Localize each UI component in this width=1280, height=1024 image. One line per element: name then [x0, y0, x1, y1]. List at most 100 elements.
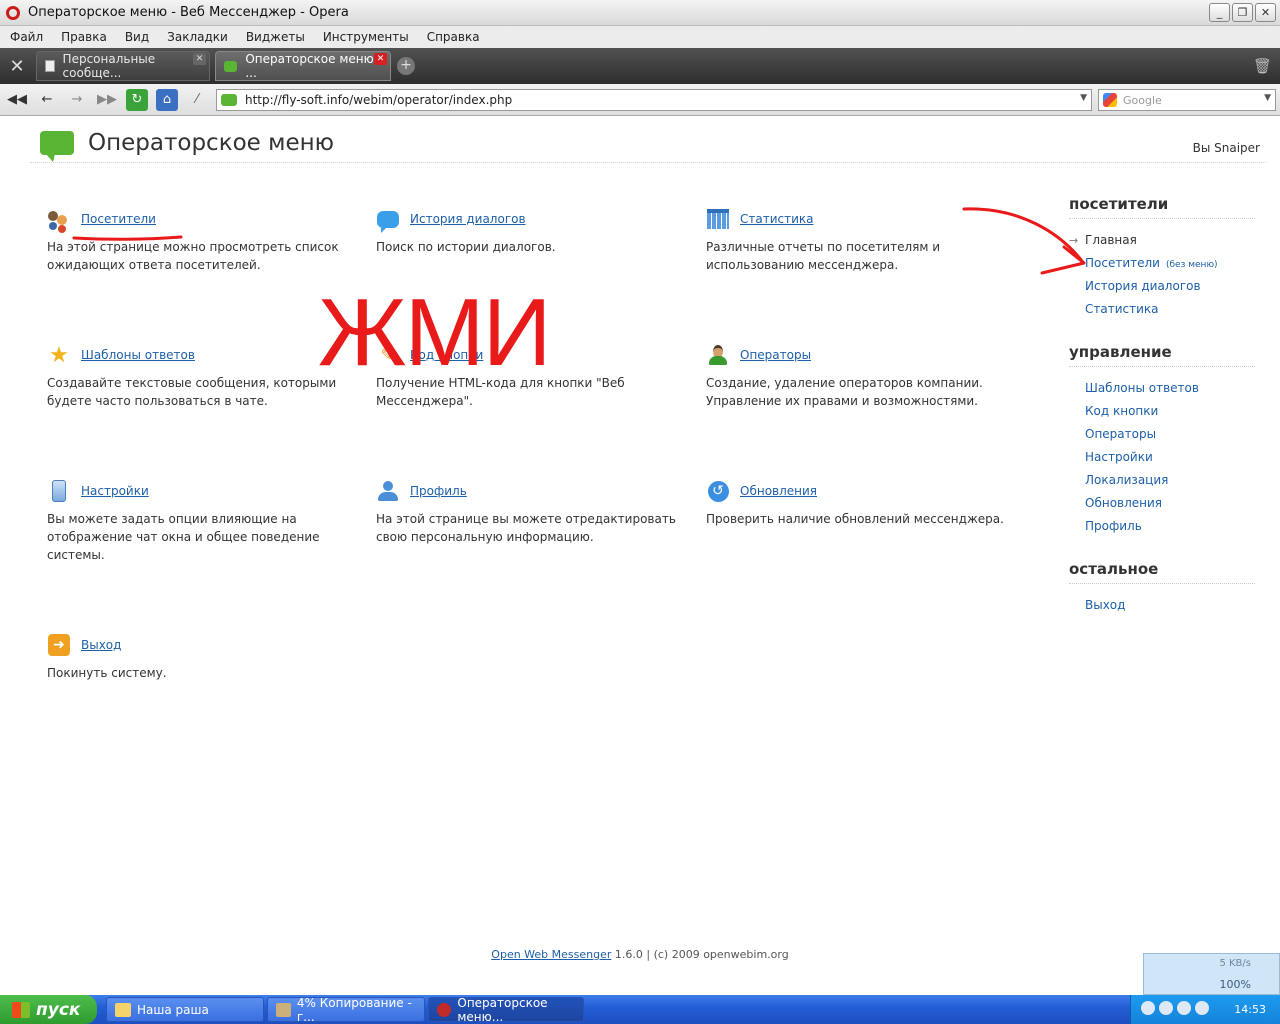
card-profile: Профиль На этой странице вы можете отред… — [376, 480, 676, 546]
annotation-text: ЖМИ — [318, 279, 552, 386]
reload-icon[interactable]: ↻ — [126, 89, 148, 111]
taskbar-item-opera[interactable]: Операторское меню... — [428, 996, 584, 1024]
tray-icon[interactable] — [1141, 1001, 1155, 1015]
sidebar-link[interactable]: Код кнопки — [1085, 404, 1158, 418]
card-description: Создавайте текстовые сообщения, которыми… — [47, 376, 337, 408]
user-greeting: Вы Snaiper — [1192, 141, 1260, 155]
fast-forward-icon[interactable]: ▶▶ — [96, 89, 118, 111]
menu-edit[interactable]: Правка — [61, 30, 107, 44]
bluetooth-icon[interactable] — [1195, 1001, 1209, 1015]
forward-icon[interactable]: → — [66, 89, 88, 111]
sidebar-link[interactable]: История диалогов — [1085, 279, 1201, 293]
footer-text: 1.6.0 | (c) 2009 openwebim.org — [611, 948, 789, 961]
menu-help[interactable]: Справка — [427, 30, 480, 44]
sidebar-item-operators[interactable]: Операторы — [1069, 423, 1255, 446]
sidebar-link[interactable]: Настройки — [1085, 450, 1153, 464]
clock: 14:53 — [1234, 1003, 1266, 1016]
sidebar-item-localization[interactable]: Локализация — [1069, 469, 1255, 492]
star-icon: ★ — [49, 342, 69, 368]
sidebar-link[interactable]: Операторы — [1085, 427, 1156, 441]
card-description: Покинуть систему. — [47, 666, 167, 680]
sidebar-link[interactable]: Шаблоны ответов — [1085, 381, 1199, 395]
menu-bookmarks[interactable]: Закладки — [167, 30, 228, 44]
visitors-link[interactable]: Посетители — [81, 212, 156, 226]
window-controls: _ ❐ ✕ — [1209, 3, 1276, 22]
url-input[interactable]: http://fly-soft.info/webim/operator/inde… — [216, 89, 1092, 111]
card-history: История диалогов Поиск по истории диалог… — [376, 208, 676, 256]
sidebar-link[interactable]: Выход — [1085, 598, 1125, 612]
page-title: Операторское меню — [88, 130, 335, 156]
transfer-panel[interactable]: 5 KB/s 100% — [1143, 953, 1280, 995]
tray-icon[interactable] — [1177, 1001, 1191, 1015]
sidebar-link[interactable]: Профиль — [1085, 519, 1142, 533]
templates-link[interactable]: Шаблоны ответов — [81, 348, 195, 362]
profile-link[interactable]: Профиль — [410, 484, 467, 498]
updates-link[interactable]: Обновления — [740, 484, 817, 498]
url-text: http://fly-soft.info/webim/operator/inde… — [245, 93, 513, 107]
wand-icon[interactable]: ⁄ — [186, 89, 208, 111]
taskbar-item-copying[interactable]: 4% Копирование - г... — [267, 996, 425, 1024]
card-updates: ↺ Обновления Проверить наличие обновлений… — [706, 480, 1006, 528]
tab-close-icon[interactable]: ✕ — [374, 53, 387, 65]
sidebar-item-settings[interactable]: Настройки — [1069, 446, 1255, 469]
home-icon[interactable]: ⌂ — [156, 89, 178, 111]
minimize-button[interactable]: _ — [1209, 3, 1230, 22]
footer-link[interactable]: Open Web Messenger — [491, 948, 611, 961]
sidebar-link[interactable]: Статистика — [1085, 302, 1159, 316]
operators-link[interactable]: Операторы — [740, 348, 811, 362]
windows-flag-icon — [12, 1001, 30, 1018]
tab-label: Персональные сообще... — [62, 52, 156, 80]
sidebar-link[interactable]: Главная — [1085, 233, 1137, 247]
menu-file[interactable]: Файл — [10, 30, 43, 44]
operator-icon — [706, 344, 730, 366]
tray-icon[interactable] — [1159, 1001, 1173, 1015]
chevron-down-icon[interactable]: ▼ — [1080, 93, 1087, 103]
sidebar-link[interactable]: Обновления — [1085, 496, 1162, 510]
card-description: На этой странице вы можете отредактирова… — [376, 512, 676, 544]
sidebar-item-button-code[interactable]: Код кнопки — [1069, 400, 1255, 423]
trash-icon[interactable]: 🗑 — [1253, 57, 1272, 75]
back-icon[interactable]: ← — [36, 89, 58, 111]
card-description: Поиск по истории диалогов. — [376, 240, 556, 254]
card-templates: ★ Шаблоны ответов Создавайте текстовые со… — [47, 342, 347, 410]
sidebar-note[interactable]: (без меню) — [1166, 260, 1218, 270]
tab-operator-menu[interactable]: Операторское меню - ... ✕ — [215, 51, 391, 81]
sidebar-item-templates[interactable]: Шаблоны ответов — [1069, 377, 1255, 400]
tools-icon[interactable]: ✕ — [4, 54, 30, 80]
new-tab-button[interactable]: + — [397, 57, 415, 75]
zoom-level[interactable]: 100% — [1220, 978, 1251, 991]
tab-label: Операторское меню - ... — [245, 52, 382, 80]
menu-view[interactable]: Вид — [125, 30, 149, 44]
start-button[interactable]: пуск — [0, 995, 97, 1024]
maximize-button[interactable]: ❐ — [1232, 3, 1253, 22]
sidebar-item-visitors[interactable]: Посетители (без меню) — [1069, 252, 1255, 275]
sidebar-item-updates[interactable]: Обновления — [1069, 492, 1255, 515]
sidebar-item-statistics[interactable]: Статистика — [1069, 298, 1255, 321]
sidebar-item-history[interactable]: История диалогов — [1069, 275, 1255, 298]
search-input[interactable]: Google ▼ — [1098, 89, 1276, 111]
menu-tools[interactable]: Инструменты — [323, 30, 409, 44]
sidebar-item-home[interactable]: Главная — [1069, 229, 1255, 252]
history-link[interactable]: История диалогов — [410, 212, 526, 226]
sidebar-link[interactable]: Локализация — [1085, 473, 1168, 487]
tab-close-icon[interactable]: ✕ — [193, 53, 206, 65]
sidebar-link[interactable]: Посетители — [1085, 256, 1160, 270]
window-titlebar: Операторское меню - Веб Мессенджер - Ope… — [0, 0, 1280, 26]
taskbar: пуск Наша раша 4% Копирование - г... Опе… — [0, 995, 1280, 1024]
menu-widgets[interactable]: Виджеты — [246, 30, 305, 44]
close-button[interactable]: ✕ — [1255, 3, 1276, 22]
taskbar-item-folder[interactable]: Наша раша — [106, 997, 264, 1022]
settings-link[interactable]: Настройки — [81, 484, 149, 498]
sidebar-item-exit[interactable]: Выход — [1069, 594, 1255, 617]
chat-bubble-icon — [376, 208, 400, 233]
exit-link[interactable]: Выход — [81, 638, 121, 652]
task-label: Наша раша — [137, 1002, 209, 1017]
messenger-icon — [224, 60, 238, 72]
sidebar-item-profile[interactable]: Профиль — [1069, 515, 1255, 538]
tab-personal-messages[interactable]: Персональные сообще... ✕ — [36, 51, 210, 81]
update-icon: ↺ — [706, 480, 730, 502]
chevron-down-icon[interactable]: ▼ — [1264, 93, 1271, 103]
statistics-link[interactable]: Статистика — [740, 212, 814, 226]
rewind-icon[interactable]: ◀◀ — [6, 89, 28, 111]
opera-icon — [437, 1002, 452, 1017]
